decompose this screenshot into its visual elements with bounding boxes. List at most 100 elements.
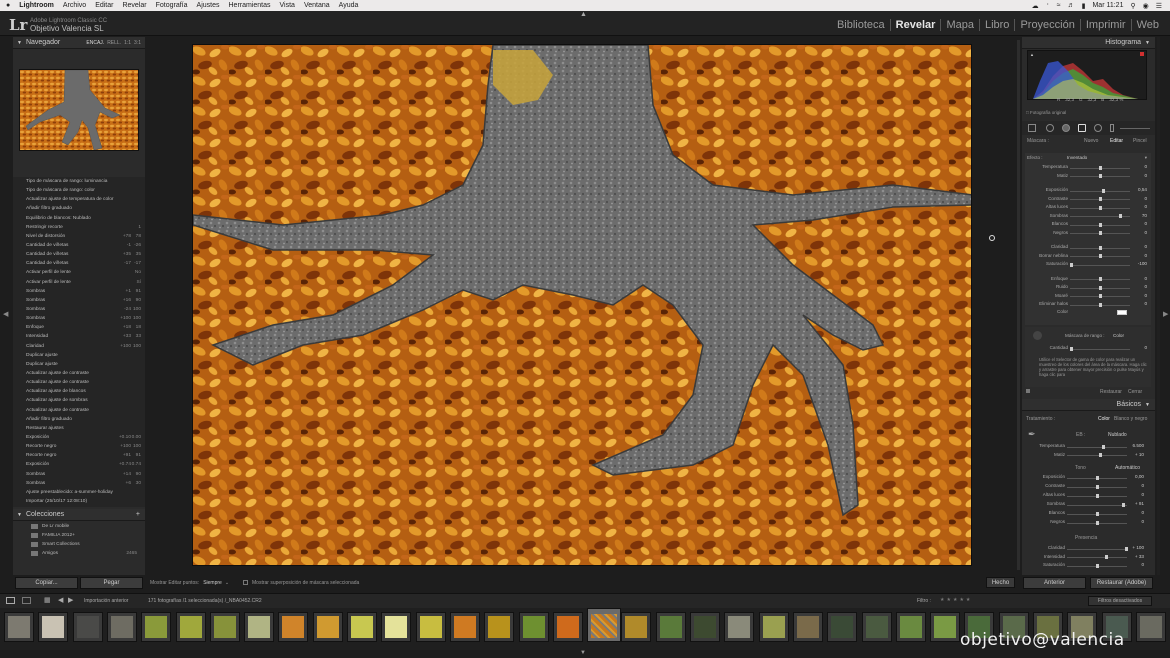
treatment-bw[interactable]: Blanco y negro (1114, 416, 1147, 422)
creative-cloud-icon[interactable]: ☁ (1032, 2, 1039, 10)
top-panel-chevron-icon[interactable]: ▲ (580, 11, 587, 18)
slider-knob[interactable] (1099, 254, 1102, 258)
filmstrip-thumbnail[interactable] (141, 612, 172, 642)
collections-header[interactable]: ▼ Colecciones + (13, 509, 145, 521)
filmstrip-thumbnail[interactable] (1135, 612, 1166, 642)
history-item[interactable]: Cantidad de viñetas -17 -17 (13, 259, 145, 268)
wb-select[interactable]: Nublado (1108, 432, 1127, 438)
filmstrip-thumbnail[interactable] (724, 612, 755, 642)
copy-settings-button[interactable]: Copiar... (15, 577, 78, 589)
slider-knob[interactable] (1099, 277, 1102, 281)
slider-enfoque[interactable]: Enfoque 0 (1025, 276, 1151, 284)
history-item[interactable]: Claridad +100 100 (13, 342, 145, 351)
filmstrip-thumbnail[interactable] (861, 612, 892, 642)
history-item[interactable]: Sombras +16 90 (13, 296, 145, 305)
history-item[interactable]: Sombras +100 100 (13, 314, 145, 323)
slider-claridad[interactable]: Claridad + 100 (1022, 545, 1148, 553)
history-item[interactable]: Duplicar ajuste (13, 360, 145, 369)
slider-blancos[interactable]: Blancos 0 (1025, 221, 1151, 229)
slider-knob[interactable] (1122, 502, 1126, 507)
left-panel-toggle-icon[interactable]: ◀ (3, 310, 8, 318)
back-arrow-icon[interactable]: ◀ (58, 596, 63, 604)
user-icon[interactable]: ◉ (1143, 2, 1149, 10)
history-item[interactable]: Tipo de máscara de rango: color (13, 186, 145, 195)
collection-item[interactable]: Amigos 2465 (13, 549, 145, 558)
auto-button[interactable]: Automático (1115, 465, 1140, 471)
filmstrip-thumbnail[interactable] (244, 612, 275, 642)
menu-revelar[interactable]: Revelar (122, 2, 146, 9)
history-item[interactable]: Restringir recorte 1 (13, 223, 145, 232)
show-edit-points-select[interactable]: Siempre (203, 580, 222, 586)
history-item[interactable]: Actualizar ajuste de temperatura de colo… (13, 195, 145, 204)
main-photo[interactable] (192, 44, 972, 566)
shadow-clip-icon[interactable]: ▲ (1030, 52, 1034, 57)
filter-select[interactable]: Filtros desactivados (1088, 596, 1152, 606)
slider-borrar-neblina[interactable]: Borrar neblina 0 (1025, 253, 1151, 261)
slider-knob[interactable] (1099, 231, 1102, 235)
right-panel-scrollbar[interactable] (1157, 37, 1160, 575)
slider-knob[interactable] (1099, 197, 1102, 201)
history-item[interactable]: Actualizar ajuste de contraste (13, 378, 145, 387)
slider-saturación[interactable]: Saturación -100 (1025, 261, 1151, 269)
add-collection-icon[interactable]: + (136, 511, 140, 518)
filmstrip-thumbnail[interactable] (484, 612, 515, 642)
chevron-down-icon[interactable]: ▾ (1145, 155, 1147, 161)
history-item[interactable]: Exposición +0.74 0.74 (13, 460, 145, 469)
slider-knob[interactable] (1096, 563, 1099, 568)
history-item[interactable]: Añadir filtro graduado (13, 204, 145, 213)
menu-herramientas[interactable]: Herramientas (229, 2, 271, 9)
histogram-header[interactable]: Histograma ▼ (1022, 37, 1155, 49)
history-item[interactable]: Recorte negro +100 100 (13, 442, 145, 451)
filmstrip-thumbnail[interactable] (209, 612, 240, 642)
right-panel-toggle-icon[interactable]: ▶ (1163, 310, 1168, 318)
filmstrip-thumbnail[interactable] (38, 612, 69, 642)
slider-knob[interactable] (1096, 484, 1099, 489)
mask-overlay-checkbox[interactable] (243, 580, 249, 585)
filmstrip-thumbnail[interactable] (621, 612, 652, 642)
slider-matiz[interactable]: Matiz + 10 (1022, 452, 1148, 460)
slider-knob[interactable] (1096, 493, 1099, 498)
slider-knob[interactable] (1105, 555, 1109, 559)
history-item[interactable]: Sombras +6 30 (13, 479, 145, 488)
grid-icon[interactable]: ▦ (44, 596, 51, 604)
highlight-clip-icon[interactable] (1140, 52, 1144, 56)
slider-intensidad[interactable]: Intensidad + 33 (1022, 554, 1148, 562)
history-item[interactable]: Exposición +0.10 0.00 (13, 433, 145, 442)
slider-knob[interactable] (1125, 546, 1128, 551)
clock[interactable]: Mar 11:21 (1092, 2, 1123, 9)
module-libro[interactable]: Libro (980, 19, 1016, 31)
slider-knob[interactable] (1099, 285, 1102, 290)
filmstrip-thumbnail[interactable] (4, 612, 34, 642)
module-biblioteca[interactable]: Biblioteca (832, 19, 891, 31)
slider-knob[interactable] (1099, 205, 1102, 210)
slider-exposición[interactable]: Exposición 0,00 (1022, 474, 1148, 482)
menu-archivo[interactable]: Archivo (63, 2, 86, 9)
slider-altas-luces[interactable]: Altas luces 0 (1022, 492, 1148, 500)
mask-brush-tab[interactable]: Pincel (1133, 138, 1147, 144)
mask-reset-button[interactable]: Restaurar (1100, 389, 1122, 395)
slider-knob[interactable] (1099, 165, 1102, 170)
zoom-1to1[interactable]: 1:1 (124, 40, 131, 46)
main-window-icon[interactable] (6, 597, 15, 604)
forward-arrow-icon[interactable]: ▶ (68, 596, 73, 604)
effect-select[interactable]: Inventado (1067, 155, 1087, 160)
history-item[interactable]: Cantidad de viñetas +35 35 (13, 250, 145, 259)
history-item[interactable]: Sombras +1 91 (13, 287, 145, 296)
toggle-switch-icon[interactable] (1026, 389, 1030, 393)
slider-exposición[interactable]: Exposición 0,54 (1025, 187, 1151, 195)
filmstrip-thumbnail[interactable] (347, 612, 377, 642)
menu-ajustes[interactable]: Ajustes (197, 2, 220, 9)
filmstrip-thumbnail[interactable] (449, 612, 480, 642)
previous-button[interactable]: Anterior (1023, 577, 1086, 589)
menu-editar[interactable]: Editar (95, 2, 113, 9)
filmstrip-thumbnail[interactable] (758, 612, 789, 642)
bottom-panel-chevron-icon[interactable]: ▼ (580, 650, 586, 656)
slider-saturación[interactable]: Saturación 0 (1022, 562, 1148, 570)
navigator-preview[interactable] (19, 69, 139, 151)
red-eye-icon[interactable] (1062, 124, 1070, 132)
photo-count-label[interactable]: 171 fotografías /1 seleccionada(s) /_NBA… (148, 598, 262, 604)
mask-edit-tab[interactable]: Editar (1110, 138, 1123, 144)
filmstrip-thumbnail[interactable] (552, 612, 583, 642)
filmstrip-thumbnail[interactable] (312, 612, 343, 642)
paste-settings-button[interactable]: Pegar (80, 577, 143, 589)
